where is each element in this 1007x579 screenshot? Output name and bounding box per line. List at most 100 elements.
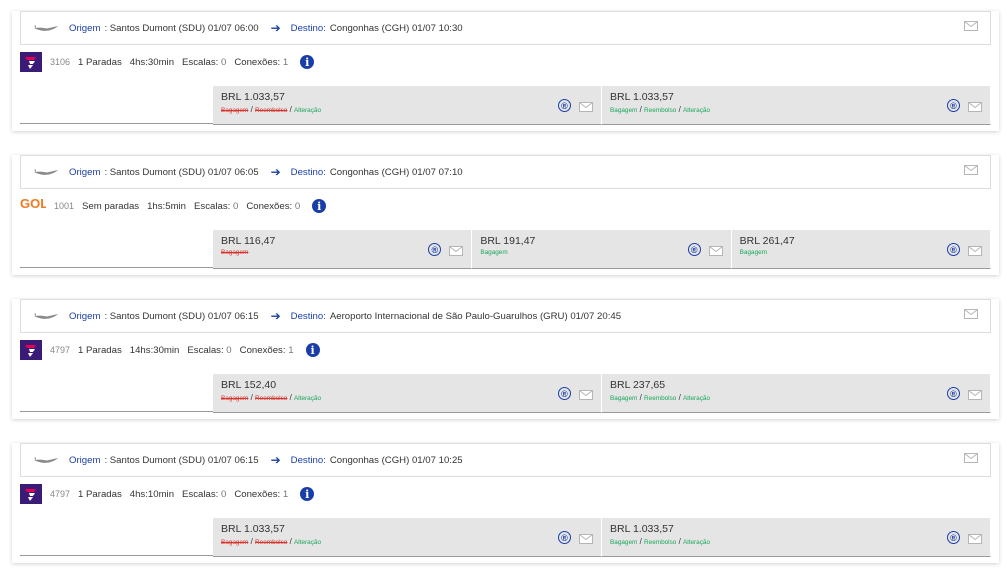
stops-value: 0	[218, 56, 227, 68]
registered-icon[interactable]: ®	[687, 243, 701, 256]
duration: 1hs:5min	[147, 200, 187, 212]
plane-icon	[33, 22, 59, 34]
stops-label: Escalas:	[182, 488, 219, 500]
destination-value: Congonhas (CGH) 01/07 07:10	[329, 166, 463, 178]
fare-option[interactable]: BRL 1.033,57 Bagagem / Reembolso / Altera…	[213, 86, 602, 125]
fare-conditions: Bagagem / Reembolso / Alteração	[221, 393, 321, 402]
fare-baseline	[20, 411, 213, 412]
registered-icon[interactable]: ®	[428, 243, 442, 256]
duration: 4hs:10min	[129, 488, 175, 500]
latam-logo	[20, 52, 42, 72]
fare-price: BRL 1.033,57	[610, 523, 674, 535]
change-tag: Alteração	[294, 395, 322, 402]
fare-option[interactable]: BRL 1.033,57 Bagagem / Reembolso / Altera…	[602, 86, 991, 125]
connections-count: Conexões: 1	[234, 489, 288, 500]
info-icon[interactable]: i	[305, 343, 320, 357]
origin-label: Origem	[69, 310, 101, 322]
flight-card[interactable]: Origem: Santos Dumont (SDU) 01/07 06:15 ➔…	[12, 299, 999, 419]
fare-option[interactable]: BRL 116,47 Bagagem ®	[213, 230, 473, 269]
destination-label: Destino:	[290, 454, 326, 466]
email-icon[interactable]	[964, 165, 978, 175]
connections-label: Conexões:	[234, 56, 281, 68]
info-icon[interactable]: i	[300, 55, 315, 69]
origin-label: Origem	[69, 166, 101, 178]
info-icon[interactable]: i	[300, 487, 315, 501]
flight-card[interactable]: Origem: Santos Dumont (SDU) 01/07 06:05 ➔…	[12, 155, 999, 275]
stops-text: 1 Paradas	[78, 344, 122, 356]
email-icon[interactable]	[964, 453, 978, 463]
registered-icon[interactable]: ®	[947, 387, 960, 400]
fare-options: BRL 152,40 Bagagem / Reembolso / Alteraçã…	[20, 374, 991, 413]
duration: 14hs:30min	[129, 344, 180, 356]
fare-price: BRL 152,40	[221, 379, 277, 391]
registered-icon[interactable]: ®	[946, 243, 960, 256]
baggage-tag: Bagagem	[610, 395, 638, 402]
connections-label: Conexões:	[234, 488, 281, 500]
flight-info-row: 4797 1 Paradas 4hs:10min Escalas: 0 Conexões…	[20, 483, 315, 505]
fare-conditions: Bagagem	[480, 249, 507, 256]
stops-count: Escalas: 0	[187, 345, 231, 356]
connections-label: Conexões:	[239, 344, 286, 356]
change-tag: Alteração	[294, 539, 322, 546]
duration: 4hs:30min	[129, 56, 175, 68]
email-icon[interactable]	[968, 534, 982, 544]
email-icon[interactable]	[967, 246, 982, 256]
email-icon[interactable]	[579, 534, 593, 544]
refund-tag: Reembolso	[644, 395, 677, 402]
refund-tag: Reembolso	[255, 395, 288, 402]
fare-option[interactable]: BRL 191,47 Bagagem ®	[472, 230, 732, 269]
email-icon[interactable]	[579, 390, 593, 400]
baggage-tag: Bagagem	[221, 249, 249, 256]
flight-card[interactable]: Origem: Santos Dumont (SDU) 01/07 06:15 ➔…	[12, 443, 999, 563]
registered-icon[interactable]: ®	[947, 99, 960, 112]
route-header: Origem: Santos Dumont (SDU) 01/07 06:05 ➔…	[20, 155, 991, 189]
fare-price: BRL 1.033,57	[221, 91, 285, 103]
fare-conditions: Bagagem	[221, 249, 248, 256]
destination-label: Destino:	[290, 166, 326, 178]
fare-price: BRL 1.033,57	[610, 91, 674, 103]
baggage-tag: Bagagem	[221, 395, 249, 402]
flight-card[interactable]: Origem: Santos Dumont (SDU) 01/07 06:00 ➔…	[12, 11, 999, 131]
email-icon[interactable]	[964, 309, 978, 319]
baggage-tag: Bagagem	[610, 107, 638, 114]
flight-number: 3106	[50, 57, 71, 67]
fare-option[interactable]: BRL 261,47 Bagagem ®	[731, 230, 991, 269]
fare-price: BRL 237,65	[610, 379, 666, 391]
email-icon[interactable]	[449, 246, 464, 256]
fare-price: BRL 191,47	[480, 235, 536, 247]
registered-icon[interactable]: ®	[558, 99, 571, 112]
baggage-tag: Bagagem	[221, 107, 249, 114]
baggage-tag: Bagagem	[610, 539, 638, 546]
fare-conditions: Bagagem / Reembolso / Alteração	[610, 105, 710, 114]
fare-price: BRL 261,47	[739, 235, 795, 247]
stops-text: Sem paradas	[82, 200, 140, 212]
fare-option[interactable]: BRL 152,40 Bagagem / Reembolso / Alteraçã…	[213, 374, 602, 413]
fare-options: BRL 116,47 Bagagem ® BRL 191,47 Bagagem ® BRL …	[20, 230, 991, 269]
fare-conditions: Bagagem / Reembolso / Alteração	[221, 105, 321, 114]
registered-icon[interactable]: ®	[947, 531, 960, 544]
route-header: Origem: Santos Dumont (SDU) 01/07 06:15 ➔…	[20, 443, 991, 477]
fare-options: BRL 1.033,57 Bagagem / Reembolso / Altera…	[20, 518, 991, 557]
connections-count: Conexões: 0	[246, 201, 300, 212]
registered-icon[interactable]: ®	[558, 531, 571, 544]
fare-price: BRL 1.033,57	[221, 523, 285, 535]
connections-value: 1	[285, 344, 294, 356]
email-icon[interactable]	[968, 390, 982, 400]
change-tag: Alteração	[683, 395, 711, 402]
flight-info-row: 3106 1 Paradas 4hs:30min Escalas: 0 Conexões…	[20, 51, 315, 73]
email-icon[interactable]	[968, 102, 982, 112]
email-icon[interactable]	[708, 246, 723, 256]
refund-tag: Reembolso	[255, 107, 288, 114]
email-icon[interactable]	[964, 21, 978, 31]
stops-value: 0	[223, 344, 232, 356]
flight-number: 4797	[50, 489, 71, 499]
fare-option[interactable]: BRL 237,65 Bagagem / Reembolso / Alteraçã…	[602, 374, 991, 413]
email-icon[interactable]	[579, 102, 593, 112]
origin-value: : Santos Dumont (SDU) 01/07 06:15	[104, 310, 259, 322]
registered-icon[interactable]: ®	[558, 387, 571, 400]
stops-text: 1 Paradas	[78, 56, 122, 68]
fare-option[interactable]: BRL 1.033,57 Bagagem / Reembolso / Altera…	[213, 518, 602, 557]
info-icon[interactable]: i	[312, 199, 327, 213]
fare-conditions: Bagagem / Reembolso / Alteração	[610, 393, 710, 402]
fare-option[interactable]: BRL 1.033,57 Bagagem / Reembolso / Altera…	[602, 518, 991, 557]
